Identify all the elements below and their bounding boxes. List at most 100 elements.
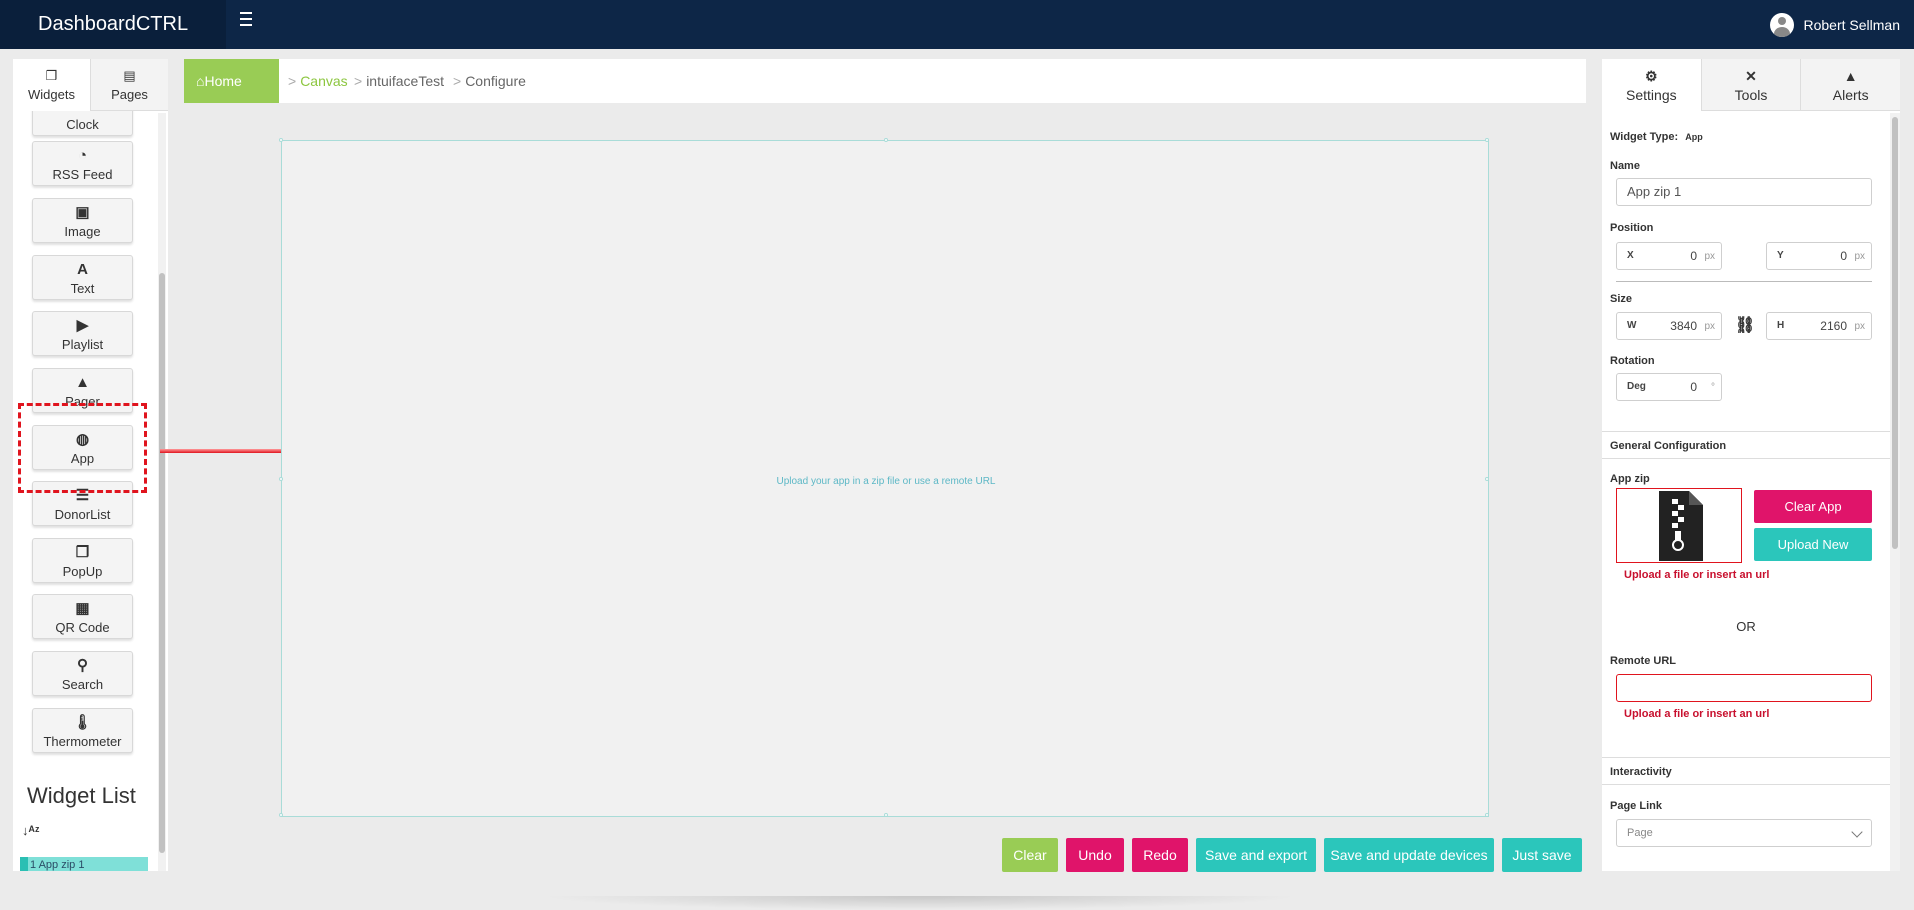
deg-value: 0 [1690,380,1697,394]
scrollbar-thumb[interactable] [159,273,165,853]
widget-thermometer-button[interactable]: 🌡 Thermometer [32,708,133,753]
clear-app-button[interactable]: Clear App [1754,490,1872,523]
size-width-input[interactable]: W 3840 px [1616,312,1722,340]
list-item-marker [20,857,28,871]
thermometer-icon: 🌡 [72,714,93,731]
position-divider [1616,281,1872,282]
canvas-hint: Upload your app in a zip file or use a r… [776,476,996,487]
gear-icon: ⚙ [1645,68,1658,84]
deg-unit: ° [1711,382,1715,393]
position-y-input[interactable]: Y 0 px [1766,242,1872,270]
tools-icon: ✕ [1745,68,1757,84]
widget-qr-code-button[interactable]: ▦ QR Code [32,594,133,639]
hamburger-menu-icon[interactable] [240,12,256,28]
remote-url-label: Remote URL [1610,655,1677,667]
widget-popup-button[interactable]: ❐ PopUp [32,538,133,583]
interactivity-header: Interactivity [1602,757,1890,785]
widget-label: PopUp [62,564,103,579]
right-tabs: ⚙ Settings ✕ Tools ▲ Alerts [1602,59,1900,111]
widget-list-title: Widget List [27,783,136,808]
x-value: 0 [1690,249,1697,263]
position-x-input[interactable]: X 0 px [1616,242,1722,270]
widget-rss-feed-button[interactable]: ◔ RSS Feed [32,141,133,186]
tab-pages[interactable]: ▤ Pages [90,59,168,111]
widget-label: Thermometer [43,734,122,749]
widget-label: Text [70,281,95,296]
save-and-update-devices-button[interactable]: Save and update devices [1324,838,1494,872]
tab-settings[interactable]: ⚙ Settings [1602,59,1701,111]
resize-handle[interactable] [1485,813,1489,817]
app-zip-label: App zip [1610,473,1650,485]
list-item[interactable]: 1 App zip 1 [20,857,148,871]
file-zip-icon [1659,491,1703,561]
breadcrumb-configure: > Configure [453,73,526,89]
widget-playlist-button[interactable]: ▶ Playlist [32,311,133,356]
image-icon: ▣ [75,204,90,221]
tab-pages-label: Pages [111,87,148,102]
brand-logo[interactable]: DashboardCTRL [0,0,226,49]
right-scrollbar[interactable] [1890,113,1900,871]
page-link-select[interactable]: Page [1616,819,1872,847]
design-canvas[interactable]: Upload your app in a zip file or use a r… [279,138,1489,817]
breadcrumb-home[interactable]: ⌂Home [184,59,279,103]
resize-handle[interactable] [1485,477,1489,481]
unlink-icon[interactable]: ⛓ [1735,315,1755,335]
left-scrollbar[interactable] [158,113,166,871]
resize-handle[interactable] [279,813,283,817]
scrollbar-thumb[interactable] [1892,117,1898,549]
remote-url-input[interactable] [1616,674,1872,702]
play-circle-icon: ▶ [76,317,89,334]
resize-handle[interactable] [884,138,888,142]
widget-type: Widget Type: App [1610,131,1703,143]
widget-image-button[interactable]: ▣ Image [32,198,133,243]
app-zip-dropzone[interactable] [1616,488,1742,563]
breadcrumb-intuifacetest[interactable]: > intuifaceTest [354,59,444,103]
widget-clock-button[interactable]: Clock [32,111,133,136]
clear-button[interactable]: Clear [1002,838,1058,872]
sort-alpha-icon[interactable]: ↓ᴬᶻ [22,823,46,845]
resize-handle[interactable] [279,138,283,142]
breadcrumb: ⌂Home > Canvas > intuifaceTest > Configure [184,59,1586,103]
right-panel: ⚙ Settings ✕ Tools ▲ Alerts Widget Type:… [1602,59,1900,871]
save-and-export-button[interactable]: Save and export [1196,838,1316,872]
position-label: Position [1610,222,1654,234]
widget-text-button[interactable]: A Text [32,255,133,300]
warning-icon: ▲ [75,374,90,391]
widget-label: Clock [66,117,99,132]
tab-tools-label: Tools [1734,87,1768,103]
warning-icon: ▲ [1843,68,1858,84]
rotation-input[interactable]: Deg 0 ° [1616,373,1722,401]
px-unit: px [1704,251,1715,262]
list-item-label: 1 App zip 1 [30,859,85,871]
widget-label: RSS Feed [52,167,113,182]
undo-button[interactable]: Undo [1066,838,1124,872]
widget-type-value: App [1685,132,1703,142]
widget-label: DonorList [54,507,111,522]
remote-url-error: Upload a file or insert an url [1624,708,1770,720]
breadcrumb-canvas[interactable]: > Canvas [288,59,348,103]
widget-label: QR Code [55,620,110,635]
tab-alerts[interactable]: ▲ Alerts [1800,59,1900,111]
widgets-icon: ❒ [45,68,58,83]
user-menu[interactable]: Robert Sellman [1769,12,1901,38]
tab-widgets[interactable]: ❒ Widgets [13,59,90,111]
resize-handle[interactable] [279,477,283,481]
user-name: Robert Sellman [1803,17,1901,33]
text-icon: A [77,261,88,278]
file-icon: ▤ [123,68,136,83]
upload-new-button[interactable]: Upload New [1754,528,1872,561]
px-unit: px [1704,321,1715,332]
just-save-button[interactable]: Just save [1502,838,1582,872]
size-height-input[interactable]: H 2160 px [1766,312,1872,340]
qr-code-icon: ▦ [75,600,90,617]
bottom-shadow [540,896,1300,910]
w-prefix: W [1627,320,1637,331]
resize-handle[interactable] [884,813,888,817]
redo-button[interactable]: Redo [1132,838,1188,872]
w-value: 3840 [1670,319,1697,333]
tab-tools[interactable]: ✕ Tools [1700,59,1801,111]
name-input[interactable]: App zip 1 [1616,178,1872,206]
widget-search-button[interactable]: ⚲ Search [32,651,133,696]
resize-handle[interactable] [1485,138,1489,142]
tab-settings-label: Settings [1626,87,1677,103]
